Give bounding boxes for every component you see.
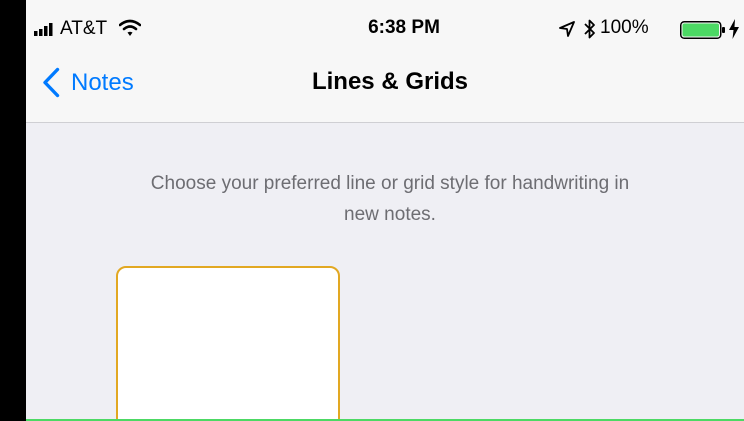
description-text: Choose your preferred line or grid style… [150, 173, 630, 225]
signal-icon [34, 23, 53, 36]
page-title: Lines & Grids [311, 68, 469, 95]
top-bar: AT&T 6:38 PM 100% Notes Lines & Grids [26, 0, 744, 123]
carrier-name: AT&T [60, 18, 108, 39]
wifi-icon [119, 19, 141, 36]
bluetooth-icon [584, 19, 595, 39]
back-label: Notes [71, 69, 134, 96]
navigation-bar: Notes Lines & Grids [26, 52, 744, 122]
status-time: 6:38 PM [368, 17, 440, 38]
battery-icon [680, 21, 725, 39]
chevron-left-icon [43, 67, 60, 98]
battery-percent: 100% [600, 17, 649, 38]
location-icon [559, 21, 575, 37]
status-bar: AT&T 6:38 PM 100% [26, 0, 744, 52]
blank-style-option[interactable] [116, 266, 340, 421]
charging-icon [729, 19, 739, 39]
settings-screen: AT&T 6:38 PM 100% Notes Lines & Grids Ch… [26, 0, 744, 421]
